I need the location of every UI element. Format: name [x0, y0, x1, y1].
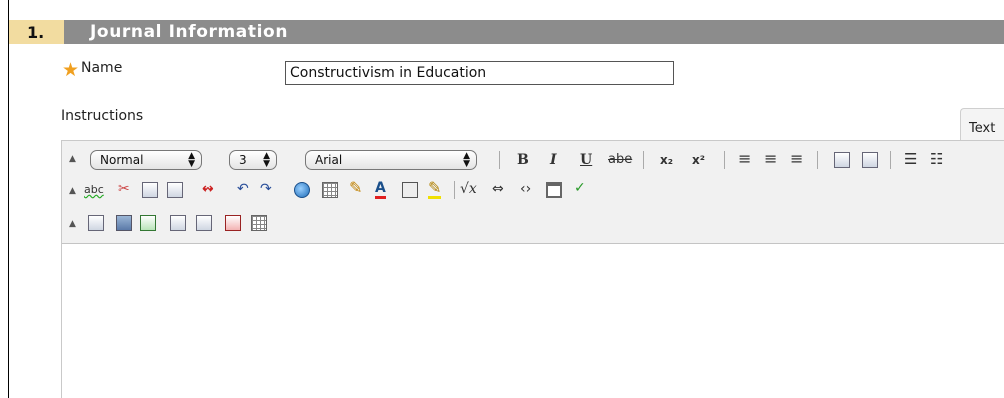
insert-media-icon[interactable]	[140, 215, 156, 231]
embed-media-icon[interactable]: ⇔	[492, 181, 504, 197]
select-arrows-icon: ▲ ▼	[263, 151, 270, 169]
insert-document-icon[interactable]	[170, 215, 186, 231]
text-color-button[interactable]: A	[375, 180, 386, 199]
toolbar-separator	[454, 181, 455, 199]
highlight-color-icon[interactable]: ✎	[428, 180, 442, 199]
section-title: Journal Information	[90, 22, 289, 42]
toolbar-separator	[890, 151, 891, 169]
required-star-icon: ★	[62, 59, 80, 81]
copy-icon[interactable]	[142, 182, 158, 198]
toolbar-separator	[643, 151, 644, 169]
name-label: Name	[81, 60, 123, 76]
paste-icon[interactable]	[167, 182, 183, 198]
editor-content-area[interactable]	[62, 244, 1004, 398]
italic-button[interactable]: I	[550, 152, 557, 168]
insert-link-icon[interactable]	[294, 182, 310, 198]
toolbar-separator	[499, 151, 500, 169]
size-select-value: 3	[239, 153, 247, 167]
undo-icon[interactable]: ↶	[237, 181, 249, 197]
unlink-icon[interactable]: ↭	[202, 181, 214, 197]
collapse-row2-icon[interactable]: ▲	[69, 186, 76, 196]
align-center-icon[interactable]: ≡	[764, 151, 777, 167]
align-right-icon[interactable]: ≡	[790, 151, 803, 167]
font-select-value: Arial	[315, 153, 343, 167]
insert-table-icon[interactable]	[322, 182, 338, 198]
insert-audio-icon[interactable]	[196, 215, 212, 231]
font-select[interactable]: Arial ▲ ▼	[305, 150, 477, 170]
align-left-icon[interactable]: ≡	[738, 151, 751, 167]
attach-file-icon[interactable]	[88, 215, 104, 231]
bold-button[interactable]: B	[517, 152, 529, 168]
strikethrough-button[interactable]: abe	[608, 152, 632, 168]
content-frame: 1. Journal Information ★ Name Instructio…	[8, 0, 1004, 398]
bullet-list-icon[interactable]: ☷	[930, 151, 943, 167]
insert-object-icon[interactable]	[402, 182, 418, 198]
insert-flash-icon[interactable]	[225, 215, 241, 231]
subscript-button[interactable]: x₂	[660, 152, 673, 168]
underline-button[interactable]: U	[580, 152, 592, 168]
numbered-list-icon[interactable]: ☰	[904, 151, 917, 167]
check-icon[interactable]: ✓	[574, 180, 586, 196]
spellcheck-button[interactable]: abc	[84, 182, 104, 198]
redo-icon[interactable]: ↷	[260, 181, 272, 197]
cut-icon[interactable]: ✂	[118, 181, 130, 197]
toolbar-separator	[724, 151, 725, 169]
collapse-row3-icon[interactable]: ▲	[69, 219, 76, 229]
draw-pencil-icon[interactable]: ✎	[349, 180, 362, 196]
format-select[interactable]: Normal ▲ ▼	[90, 150, 202, 170]
section-number: 1.	[9, 20, 64, 44]
name-input[interactable]	[285, 61, 674, 85]
paste-text-icon[interactable]	[834, 152, 850, 168]
toolbar-separator	[817, 151, 818, 169]
paste-word-icon[interactable]	[862, 152, 878, 168]
rich-text-editor: ▲ Normal ▲ ▼ 3 ▲ ▼ Arial ▲ ▼ B I U abe x₂ x…	[61, 140, 1004, 398]
collapse-row1-icon[interactable]: ▲	[69, 154, 76, 164]
section-header: 1. Journal Information	[9, 20, 1004, 44]
select-arrows-icon: ▲ ▼	[188, 151, 195, 169]
insert-mashup-icon[interactable]	[251, 215, 267, 231]
select-arrows-icon: ▲ ▼	[463, 151, 470, 169]
insert-image-icon[interactable]	[116, 215, 132, 231]
size-select[interactable]: 3 ▲ ▼	[229, 150, 277, 170]
format-select-value: Normal	[100, 153, 144, 167]
math-equation-button[interactable]: √x	[460, 181, 477, 197]
instructions-label: Instructions	[61, 108, 144, 124]
superscript-button[interactable]: x²	[692, 152, 705, 168]
html-code-button[interactable]: ‹›	[520, 181, 531, 197]
preview-window-icon[interactable]	[546, 182, 562, 198]
editor-toolbar: ▲ Normal ▲ ▼ 3 ▲ ▼ Arial ▲ ▼ B I U abe x₂ x…	[62, 141, 1004, 244]
